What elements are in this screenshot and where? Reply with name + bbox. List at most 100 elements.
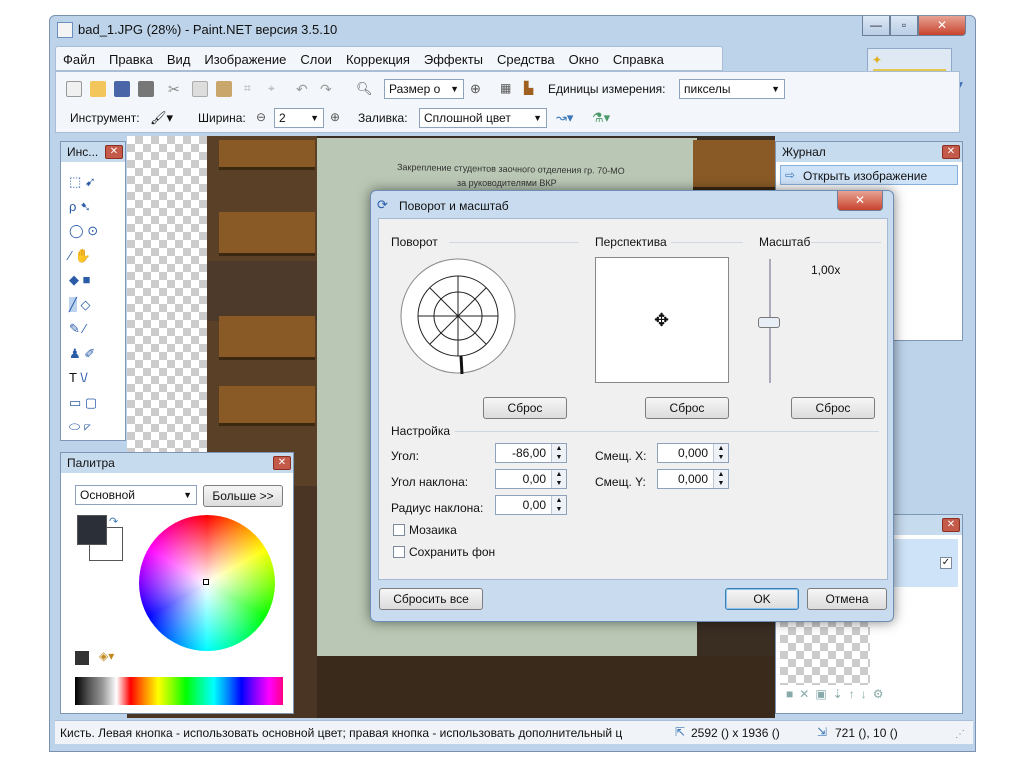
spinner-arrows-icon[interactable]: ▲ ▼ [551, 470, 566, 488]
close-icon[interactable]: ✕ [273, 456, 291, 470]
gradient-icon[interactable]: ■ [83, 272, 91, 287]
zoom-in-icon[interactable]: ⊕ [470, 81, 486, 97]
crop-icon[interactable]: ⌗ [244, 81, 260, 97]
recolor-icon[interactable]: ✐ [84, 346, 95, 361]
ellipse-select-icon[interactable]: ◯ [69, 223, 84, 238]
close-icon[interactable]: ✕ [105, 145, 123, 159]
maximize-button[interactable]: ▫ [890, 16, 918, 36]
more-colors-button[interactable]: Больше >> [203, 485, 283, 507]
paintbrush-icon[interactable]: ╱ [69, 296, 77, 312]
eraser-icon[interactable]: ◇ [80, 297, 90, 312]
tilt-input[interactable]: 0,00 ▲ ▼ [495, 469, 567, 489]
text-icon[interactable]: T [69, 370, 77, 385]
dialog-close-button[interactable]: ✕ [837, 191, 883, 211]
resize-grip-icon[interactable]: ⋰ [955, 729, 965, 740]
menu-help[interactable]: Справка [606, 47, 671, 67]
ellipse-shape-icon[interactable]: ⬭ [69, 419, 80, 434]
perspective-pad[interactable]: ✥ [595, 257, 729, 383]
menu-window[interactable]: Окно [562, 47, 606, 67]
freeform-shape-icon[interactable]: ◸ [84, 419, 92, 434]
deselect-icon[interactable]: ⌖ [268, 81, 284, 97]
reset-all-button[interactable]: Сбросить все [379, 588, 483, 610]
redo-icon[interactable]: ↷ [320, 81, 336, 97]
zoom-out-icon[interactable]: 🔍︎ [356, 81, 373, 97]
history-item-open-image[interactable]: ⇨ Открыть изображение [780, 165, 958, 185]
fill-combo[interactable]: Сплошной цвет ▼ [419, 108, 547, 128]
reset-perspective-button[interactable]: Сброс [645, 397, 729, 419]
scale-slider-thumb[interactable] [758, 317, 780, 328]
offset-y-input[interactable]: 0,000 ▲ ▼ [657, 469, 729, 489]
rounded-rect-icon[interactable]: ▢ [85, 395, 97, 410]
width-combo[interactable]: 2 ▼ [274, 108, 324, 128]
add-layer-icon[interactable]: ■ [786, 687, 799, 701]
blend-mode-icon[interactable]: ⚗▾ [592, 110, 610, 126]
keep-background-checkbox[interactable] [393, 546, 405, 558]
color-palette-strip[interactable] [75, 677, 283, 705]
copy-icon[interactable] [192, 81, 208, 97]
menu-utilities[interactable]: Средства [490, 47, 562, 67]
move-selection-icon[interactable]: ➹ [85, 174, 96, 189]
palette-menu-icon[interactable]: ◈▾ [99, 649, 114, 663]
new-file-icon[interactable] [66, 81, 82, 97]
rotation-dial[interactable] [399, 257, 517, 375]
open-folder-icon[interactable] [90, 81, 106, 97]
save-icon[interactable] [114, 81, 130, 97]
angle-input[interactable]: -86,00 ▲ ▼ [495, 443, 567, 463]
units-combo[interactable]: пикселы ▼ [679, 79, 785, 99]
menu-adjustments[interactable]: Коррекция [339, 47, 417, 67]
brush-tool-icon[interactable]: 🖌︎▾ [150, 110, 173, 126]
width-decrease-icon[interactable]: ⊖ [256, 110, 266, 124]
merge-layer-icon[interactable]: ⇣ [833, 687, 849, 701]
menu-image[interactable]: Изображение [197, 47, 293, 67]
print-icon[interactable] [138, 81, 154, 97]
close-icon[interactable]: ✕ [942, 145, 960, 159]
move-up-icon[interactable]: ↑ [849, 687, 861, 701]
spinner-arrows-icon[interactable]: ▲ ▼ [713, 444, 728, 462]
width-increase-icon[interactable]: ⊕ [330, 110, 340, 124]
pan-icon[interactable]: ✋ [75, 248, 91, 263]
spinner-arrows-icon[interactable]: ▲ ▼ [713, 470, 728, 488]
reset-scale-button[interactable]: Сброс [791, 397, 875, 419]
spinner-arrows-icon[interactable]: ▲ ▼ [551, 444, 566, 462]
offset-x-input[interactable]: 0,000 ▲ ▼ [657, 443, 729, 463]
color-picker-icon[interactable]: ⁄ [84, 321, 86, 336]
cancel-button[interactable]: Отмена [807, 588, 887, 610]
grid-icon[interactable]: ▦ [500, 81, 516, 97]
swap-colors-icon[interactable]: ↷ [109, 515, 118, 528]
ok-button[interactable]: OK [725, 588, 799, 610]
minimize-button[interactable]: — [862, 16, 890, 36]
line-curve-icon[interactable]: \/ [80, 370, 87, 385]
move-down-icon[interactable]: ↓ [861, 687, 873, 701]
spinner-arrows-icon[interactable]: ▲ ▼ [551, 496, 566, 514]
pencil-icon[interactable]: ✎ [69, 321, 80, 336]
tilt-radius-input[interactable]: 0,00 ▲ ▼ [495, 495, 567, 515]
delete-layer-icon[interactable]: ✕ [799, 687, 815, 701]
layer-properties-icon[interactable]: ⚙ [873, 687, 890, 701]
lasso-icon[interactable]: ρ [69, 199, 76, 214]
cut-icon[interactable]: ✂ [168, 81, 184, 97]
menu-file[interactable]: Файл [56, 47, 102, 67]
rectangle-shape-icon[interactable]: ▭ [69, 395, 81, 410]
close-button[interactable]: ✕ [918, 16, 966, 36]
reset-rotation-button[interactable]: Сброс [483, 397, 567, 419]
ruler-icon[interactable]: ▙ [524, 81, 540, 97]
color-wheel[interactable] [139, 515, 275, 651]
undo-icon[interactable]: ↶ [296, 81, 312, 97]
palette-mode-combo[interactable]: Основной ▼ [75, 485, 197, 505]
zoom-icon[interactable]: ⊙ [87, 223, 98, 238]
menu-effects[interactable]: Эффекты [417, 47, 490, 67]
menu-edit[interactable]: Правка [102, 47, 160, 67]
clone-stamp-icon[interactable]: ♟ [69, 346, 81, 361]
tiling-checkbox[interactable] [393, 524, 405, 536]
zoom-combo[interactable]: Размер о ▼ [384, 79, 464, 99]
add-color-icon[interactable] [75, 651, 89, 665]
paint-bucket-icon[interactable]: ◆ [69, 272, 79, 287]
color-wheel-cursor[interactable] [203, 579, 209, 585]
paste-icon[interactable] [216, 81, 232, 97]
layer-visibility-checkbox[interactable]: ✓ [940, 557, 952, 569]
menu-layers[interactable]: Слои [293, 47, 339, 67]
duplicate-layer-icon[interactable]: ▣ [815, 687, 832, 701]
rectangle-select-icon[interactable]: ⬚ [69, 174, 81, 189]
antialiasing-icon[interactable]: ↝▾ [556, 110, 573, 126]
close-icon[interactable]: ✕ [942, 518, 960, 532]
